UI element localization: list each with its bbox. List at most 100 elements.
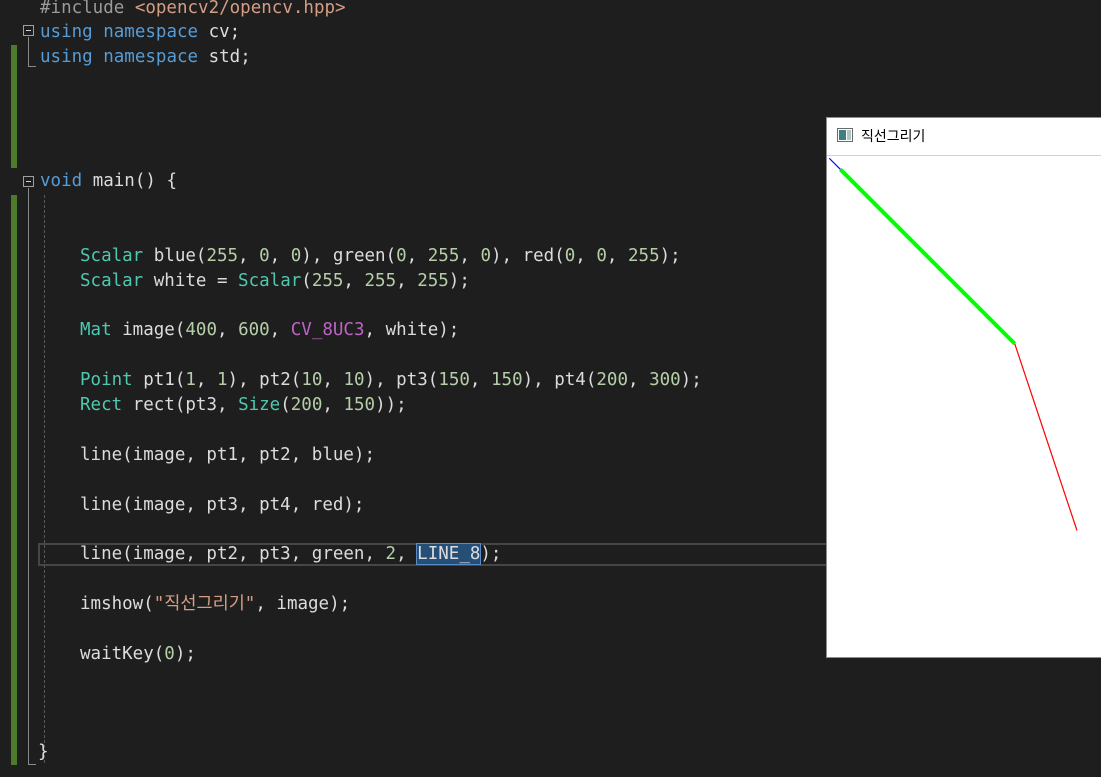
outline-line — [28, 66, 36, 67]
code-token: , — [269, 246, 291, 266]
image-canvas[interactable] — [827, 156, 1101, 657]
code-token: , white); — [364, 320, 460, 340]
code-token: , — [322, 395, 344, 415]
code-line-main[interactable]: void main() { — [40, 169, 177, 193]
code-token: ), pt3( — [364, 370, 439, 390]
code-token: 0 — [164, 644, 175, 664]
code-token: 0 — [290, 246, 302, 266]
outline-line — [28, 764, 36, 765]
code-token: namespace — [103, 47, 199, 67]
code-token: ( — [301, 271, 312, 291]
code-token: ); — [448, 271, 470, 291]
code-token: ); — [480, 544, 502, 564]
code-token: 0 — [480, 246, 491, 266]
code-line-points[interactable]: Point pt1(1, 1), pt2(10, 10), pt3(150, 1… — [80, 368, 702, 392]
code-line-using-std[interactable]: using namespace std; — [40, 45, 251, 69]
code-token: 1 — [217, 370, 228, 390]
code-token: , — [406, 246, 428, 266]
code-token: 150 — [491, 370, 523, 390]
code-token: ), pt4( — [522, 370, 597, 390]
code-token: imshow( — [80, 594, 154, 614]
code-token: 600 — [238, 320, 270, 340]
change-indicator — [11, 195, 17, 765]
code-token: #include — [40, 0, 135, 18]
code-token: , — [195, 370, 217, 390]
code-token: ), red( — [490, 246, 565, 266]
code-token: , — [216, 320, 239, 340]
code-line-line-green[interactable]: line(image, pt2, pt3, green, 2, LINE_8); — [80, 542, 501, 566]
code-token: , — [269, 320, 291, 340]
code-token: 400 — [185, 320, 217, 340]
code-token: ), pt2( — [227, 370, 302, 390]
code-token: waitKey( — [80, 644, 165, 664]
code-line-line-blue[interactable]: line(image, pt1, pt2, blue); — [80, 443, 375, 467]
code-line-scalar-white[interactable]: Scalar white = Scalar(255, 255, 255); — [80, 269, 470, 293]
green-line — [839, 168, 1017, 346]
code-token: ( — [280, 395, 291, 415]
code-token: 0 — [564, 246, 576, 266]
code-token: , — [469, 370, 491, 390]
code-token: , — [575, 246, 597, 266]
code-token: Rect — [80, 395, 123, 415]
window-title: 직선그리기 — [861, 129, 926, 145]
code-token: image( — [111, 320, 186, 340]
code-token: 150 — [343, 395, 376, 415]
code-token: , — [459, 246, 481, 266]
code-token: ), green( — [301, 246, 397, 266]
code-token: , — [322, 370, 344, 390]
code-token: Point — [80, 370, 133, 390]
code-line-include[interactable]: #include <opencv2/opencv.hpp> — [40, 0, 346, 20]
code-line-mat-image[interactable]: Mat image(400, 600, CV_8UC3, white); — [80, 318, 459, 342]
code-token: 255 — [311, 271, 344, 291]
code-token: 255 — [417, 271, 449, 291]
code-token: line(image, pt3, pt4, red); — [80, 495, 365, 515]
code-token: blue( — [143, 246, 207, 266]
code-line-waitkey[interactable]: waitKey(0); — [80, 642, 196, 666]
code-token: <opencv2/opencv.hpp> — [134, 0, 346, 18]
code-line-closing-brace[interactable]: } — [38, 740, 49, 764]
code-token: 0 — [259, 246, 270, 266]
code-token: 200 — [290, 395, 323, 415]
code-token: namespace — [103, 22, 199, 42]
code-token: using — [40, 47, 93, 67]
blue-line — [828, 157, 841, 170]
collapse-icon[interactable] — [23, 176, 34, 187]
code-line-imshow[interactable]: imshow("직선그리기", image); — [80, 592, 350, 616]
code-token: , image); — [255, 594, 351, 614]
code-token: )); — [375, 395, 407, 415]
indent-guide — [44, 195, 45, 763]
code-token: std; — [198, 47, 251, 67]
code-token: 300 — [649, 370, 681, 390]
selected-text: LINE_8 — [416, 543, 482, 565]
code-line-using-cv[interactable]: using namespace cv; — [40, 20, 240, 44]
code-token: line(image, pt2, pt3, green, — [80, 544, 386, 564]
code-token: , — [343, 271, 365, 291]
code-line-rect[interactable]: Rect rect(pt3, Size(200, 150)); — [80, 393, 407, 417]
code-token: using — [40, 22, 93, 42]
code-token: void — [40, 171, 83, 191]
code-token: 255 — [628, 246, 660, 266]
code-token: 255 — [427, 246, 460, 266]
red-line — [1014, 343, 1078, 531]
code-token: , — [396, 271, 418, 291]
code-token: 10 — [343, 370, 365, 390]
code-token: ); — [680, 370, 702, 390]
code-line-line-red[interactable]: line(image, pt3, pt4, red); — [80, 493, 364, 517]
code-token: Scalar — [238, 271, 302, 291]
window-title-bar[interactable]: 직선그리기 — [827, 118, 1101, 156]
code-token: 0 — [396, 246, 407, 266]
app-window-icon — [837, 128, 853, 142]
outline-line — [28, 188, 29, 765]
collapse-icon[interactable] — [23, 25, 34, 36]
code-token: 10 — [301, 370, 323, 390]
code-token: 2 — [385, 544, 397, 564]
opencv-image-window[interactable]: 직선그리기 — [826, 117, 1101, 658]
code-token: Scalar — [80, 271, 144, 291]
code-token: , — [238, 246, 260, 266]
code-token: 1 — [185, 370, 196, 390]
code-token: line(image, pt1, pt2, blue); — [80, 445, 376, 465]
code-line-scalar-colors[interactable]: Scalar blue(255, 0, 0), green(0, 255, 0)… — [80, 244, 681, 268]
code-token: pt1( — [132, 370, 186, 390]
